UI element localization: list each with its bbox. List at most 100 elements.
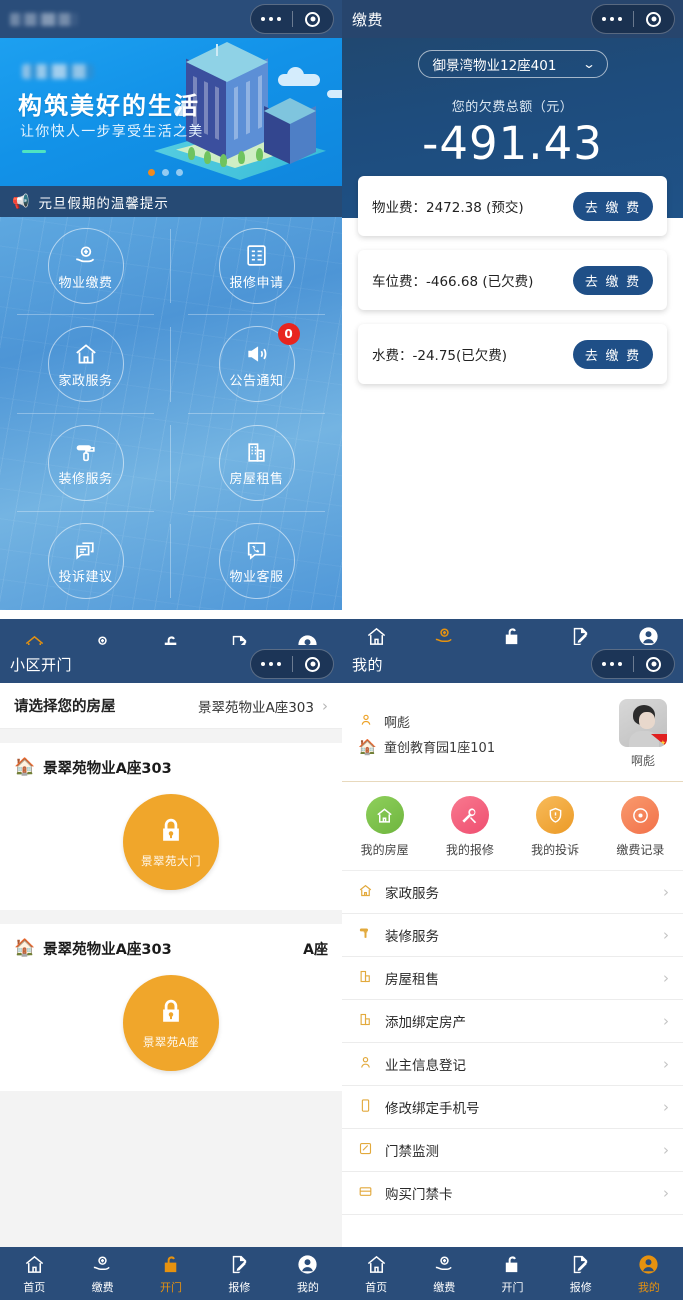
door-titlebar: 小区开门 <box>0 645 342 683</box>
fee-card[interactable]: 车位费：-466.68 (已欠费) 去 缴 费 <box>358 250 667 310</box>
fee-card[interactable]: 物业费：2472.38 (预交) 去 缴 费 <box>358 176 667 236</box>
menu-item-buy-card[interactable]: 购买门禁卡 › <box>342 1172 683 1215</box>
building-icon <box>244 438 269 466</box>
menu-item-access-monitor[interactable]: 门禁监测 › <box>342 1129 683 1172</box>
house-icon <box>73 340 99 368</box>
pay-button[interactable]: 去 缴 费 <box>573 339 653 369</box>
grid-item-gonggao-tongzhi[interactable]: 0 公告通知 <box>171 315 342 414</box>
close-target-icon[interactable] <box>293 11 334 27</box>
carousel-dots[interactable] <box>148 169 183 176</box>
menu-item-bind-property[interactable]: 添加绑定房产 › <box>342 1000 683 1043</box>
open-door-button[interactable]: 景翠苑A座 <box>123 975 219 1071</box>
section-gap <box>0 729 342 743</box>
house-select[interactable]: 御景湾物业12座401 ⌄ <box>417 50 608 78</box>
house-icon: 🏠 <box>14 938 36 958</box>
fee-list: 物业费：2472.38 (预交) 去 缴 费 车位费：-466.68 (已欠费)… <box>342 176 683 384</box>
menu-item-zushou[interactable]: 房屋租售 › <box>342 957 683 1000</box>
menu-label: 门禁监测 <box>385 1144 439 1160</box>
quick-my-complaint[interactable]: 我的投诉 <box>513 796 598 858</box>
more-icon[interactable] <box>251 662 292 666</box>
grid-label: 报修申请 <box>229 275 284 291</box>
close-target-icon[interactable] <box>634 656 675 672</box>
repair-doc-icon <box>569 1253 592 1277</box>
hand-coin-icon <box>73 242 99 270</box>
grid-item-jiazheng-fuwu[interactable]: 家政服务 <box>0 315 171 414</box>
person-icon <box>358 713 374 731</box>
grid-item-baoxiu-shenqing[interactable]: 报修申请 <box>171 217 342 316</box>
section-gap <box>0 1091 342 1251</box>
profile-header: 啊彪 🏠 童创教育园1座101 啊彪 <box>342 683 683 782</box>
phone-icon <box>356 1098 374 1116</box>
more-icon[interactable] <box>592 662 633 666</box>
menu-label: 添加绑定房产 <box>385 1015 466 1031</box>
tab-home[interactable]: 首页 <box>0 1253 68 1295</box>
miniapp-capsule[interactable] <box>250 4 334 34</box>
quick-my-repair[interactable]: 我的报修 <box>427 796 512 858</box>
more-icon[interactable] <box>251 17 292 21</box>
house-picker-row[interactable]: 请选择您的房屋 景翠苑物业A座303 › <box>0 683 342 729</box>
quick-pay-records[interactable]: 缴费记录 <box>598 796 683 858</box>
menu-item-owner-info[interactable]: 业主信息登记 › <box>342 1043 683 1086</box>
tab-pay[interactable]: 缴费 <box>410 1253 478 1295</box>
tab-mine[interactable]: 我的 <box>615 1253 683 1295</box>
notification-badge: 0 <box>277 323 300 346</box>
grid-label: 物业客服 <box>229 570 284 586</box>
menu-label: 装修服务 <box>385 929 439 945</box>
miniapp-capsule[interactable] <box>591 649 675 679</box>
tab-label: 报修 <box>569 1280 592 1294</box>
avatar-block[interactable]: 啊彪 <box>619 699 667 769</box>
mine-tabbar[interactable]: 首页 缴费 开门 报修 我的 <box>342 1247 683 1300</box>
pay-button[interactable]: 去 缴 费 <box>573 191 653 221</box>
home-banner[interactable]: 构筑美好的生活 让你快人一步享受生活之美 <box>0 38 342 186</box>
quick-label: 我的报修 <box>445 843 494 857</box>
profile-info: 啊彪 🏠 童创教育园1座101 <box>358 706 495 762</box>
open-door-label: 景翠苑大门 <box>141 853 201 868</box>
menu-item-jiazheng[interactable]: 家政服务 › <box>342 871 683 914</box>
notice-text: 元旦假期的温馨提示 <box>38 195 169 212</box>
profile-name: 啊彪 <box>384 716 411 731</box>
door-tabbar[interactable]: 首页 缴费 开门 报修 我的 <box>0 1247 342 1300</box>
close-target-icon[interactable] <box>293 656 334 672</box>
notice-bar[interactable]: 📢 元旦假期的温馨提示 <box>0 186 342 217</box>
banner-subline: 让你快人一步享受生活之美 <box>20 124 204 140</box>
grid-item-wuye-jiaofei[interactable]: 物业缴费 <box>0 217 171 316</box>
open-door-label: 景翠苑A座 <box>142 1034 200 1049</box>
tab-home[interactable]: 首页 <box>342 1253 410 1295</box>
house-icon: 🏠 <box>358 737 377 756</box>
grid-item-tousu-jianyi[interactable]: 投诉建议 <box>0 512 171 610</box>
menu-item-change-phone[interactable]: 修改绑定手机号 › <box>342 1086 683 1129</box>
close-target-icon[interactable] <box>634 11 675 27</box>
tab-door[interactable]: 开门 <box>137 1253 205 1295</box>
miniapp-capsule[interactable] <box>250 649 334 679</box>
chevron-right-icon: › <box>322 696 328 715</box>
pay-button[interactable]: 去 缴 费 <box>573 265 653 295</box>
tab-mine[interactable]: 我的 <box>274 1253 342 1295</box>
house-icon: 🏠 <box>14 757 36 777</box>
record-icon <box>621 796 660 834</box>
grid-item-zhuangxiu-fuwu[interactable]: 装修服务 <box>0 414 171 513</box>
lock-icon <box>156 816 186 850</box>
building-icon <box>356 969 374 987</box>
tab-pay[interactable]: 缴费 <box>68 1253 136 1295</box>
tab-repair[interactable]: 报修 <box>205 1253 273 1295</box>
page-title: 小区开门 <box>10 655 73 674</box>
grid-item-wuye-kefu[interactable]: 物业客服 <box>171 512 342 610</box>
more-icon[interactable] <box>592 17 633 21</box>
section-gap <box>0 910 342 924</box>
tab-repair[interactable]: 报修 <box>547 1253 615 1295</box>
chevron-right-icon: › <box>663 1184 669 1202</box>
banner-headline: 构筑美好的生活 <box>18 92 200 120</box>
unlock-icon <box>501 1253 524 1277</box>
avatar[interactable] <box>619 699 667 747</box>
miniapp-capsule[interactable] <box>591 4 675 34</box>
fee-card[interactable]: 水费：-24.75(已欠费) 去 缴 费 <box>358 324 667 384</box>
open-door-button[interactable]: 景翠苑大门 <box>123 794 219 890</box>
menu-item-zhuangxiu[interactable]: 装修服务 › <box>342 914 683 957</box>
phone-bubble-icon <box>244 536 269 564</box>
tab-door[interactable]: 开门 <box>478 1253 546 1295</box>
grid-item-fangwu-zushou[interactable]: 房屋租售 <box>171 414 342 513</box>
chevron-right-icon: › <box>663 1098 669 1116</box>
menu-label: 业主信息登记 <box>385 1058 466 1074</box>
quick-my-house[interactable]: 我的房屋 <box>342 796 427 858</box>
mine-menu-list: 家政服务 › 装修服务 › 房屋租售 › 添加绑定房产 › 业主信息登记 › 修… <box>342 871 683 1215</box>
